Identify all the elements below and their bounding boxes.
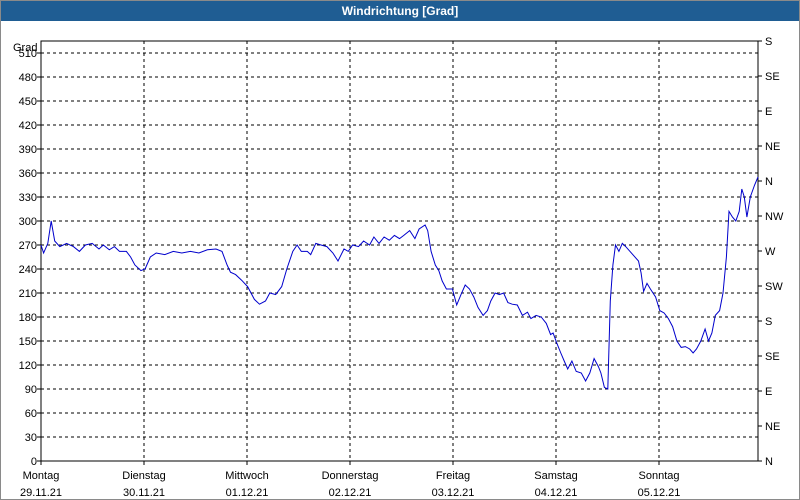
y-tick-label: 270 bbox=[19, 240, 37, 252]
y-tick-label: 480 bbox=[19, 72, 37, 84]
x-date-label: 03.12.21 bbox=[432, 487, 475, 499]
y-tick-label: 300 bbox=[19, 216, 37, 228]
y-tick-label: 60 bbox=[25, 408, 37, 420]
x-date-label: 05.12.21 bbox=[638, 487, 681, 499]
x-date-label: 29.11.21 bbox=[20, 487, 62, 499]
right-tick-label: N bbox=[765, 456, 773, 468]
chart-window: Windrichtung [Grad] 0 30 60 90 120 150 180 210 2… bbox=[0, 0, 800, 500]
y-tick-label: 180 bbox=[19, 312, 37, 324]
right-tick-label: NW bbox=[765, 211, 784, 223]
x-day-label: Mittwoch bbox=[225, 470, 268, 482]
right-tick-label: NE bbox=[765, 141, 780, 153]
y-tick-label: 120 bbox=[19, 360, 37, 372]
x-date-label: 02.12.21 bbox=[329, 487, 372, 499]
x-day-label: Freitag bbox=[436, 470, 470, 482]
right-tick-label: S bbox=[765, 316, 772, 328]
x-day-label: Samstag bbox=[534, 470, 577, 482]
x-date-label: 01.12.21 bbox=[226, 487, 269, 499]
right-tick-label: N bbox=[765, 176, 773, 188]
right-tick-label: SE bbox=[765, 351, 780, 363]
y-tick-label: 0 bbox=[31, 456, 37, 468]
right-tick-label: NE bbox=[765, 421, 780, 433]
y-tick-label: 240 bbox=[19, 264, 37, 276]
wind-direction-chart: 0 30 60 90 120 150 180 210 240 270 300 330 360 390 420… bbox=[13, 36, 784, 499]
right-tick-label: E bbox=[765, 106, 772, 118]
plot-frame bbox=[40, 40, 759, 462]
y-tick-label: 90 bbox=[25, 384, 37, 396]
y-tick-label: 150 bbox=[19, 336, 37, 348]
right-tick-label: SE bbox=[765, 71, 780, 83]
y-tick-label: 390 bbox=[19, 144, 37, 156]
x-date-label: 04.12.21 bbox=[535, 487, 578, 499]
y-axis-label: Grad bbox=[13, 42, 37, 54]
y-tick-label: 450 bbox=[19, 96, 37, 108]
right-tick-label: S bbox=[765, 36, 772, 48]
right-tick-label: E bbox=[765, 386, 772, 398]
y-tick-label: 210 bbox=[19, 288, 37, 300]
y-tick-label: 360 bbox=[19, 168, 37, 180]
x-date-label: 30.11.21 bbox=[123, 487, 165, 499]
x-day-label: Sonntag bbox=[639, 470, 680, 482]
x-day-label: Montag bbox=[23, 470, 60, 482]
wind-direction-line bbox=[40, 176, 759, 390]
right-tick-label: W bbox=[765, 246, 776, 258]
right-tick-label: SW bbox=[765, 281, 783, 293]
x-day-label: Donnerstag bbox=[322, 470, 379, 482]
y-tick-label: 420 bbox=[19, 120, 37, 132]
y-tick-label: 30 bbox=[25, 432, 37, 444]
x-day-label: Dienstag bbox=[122, 470, 165, 482]
y-tick-label: 330 bbox=[19, 192, 37, 204]
